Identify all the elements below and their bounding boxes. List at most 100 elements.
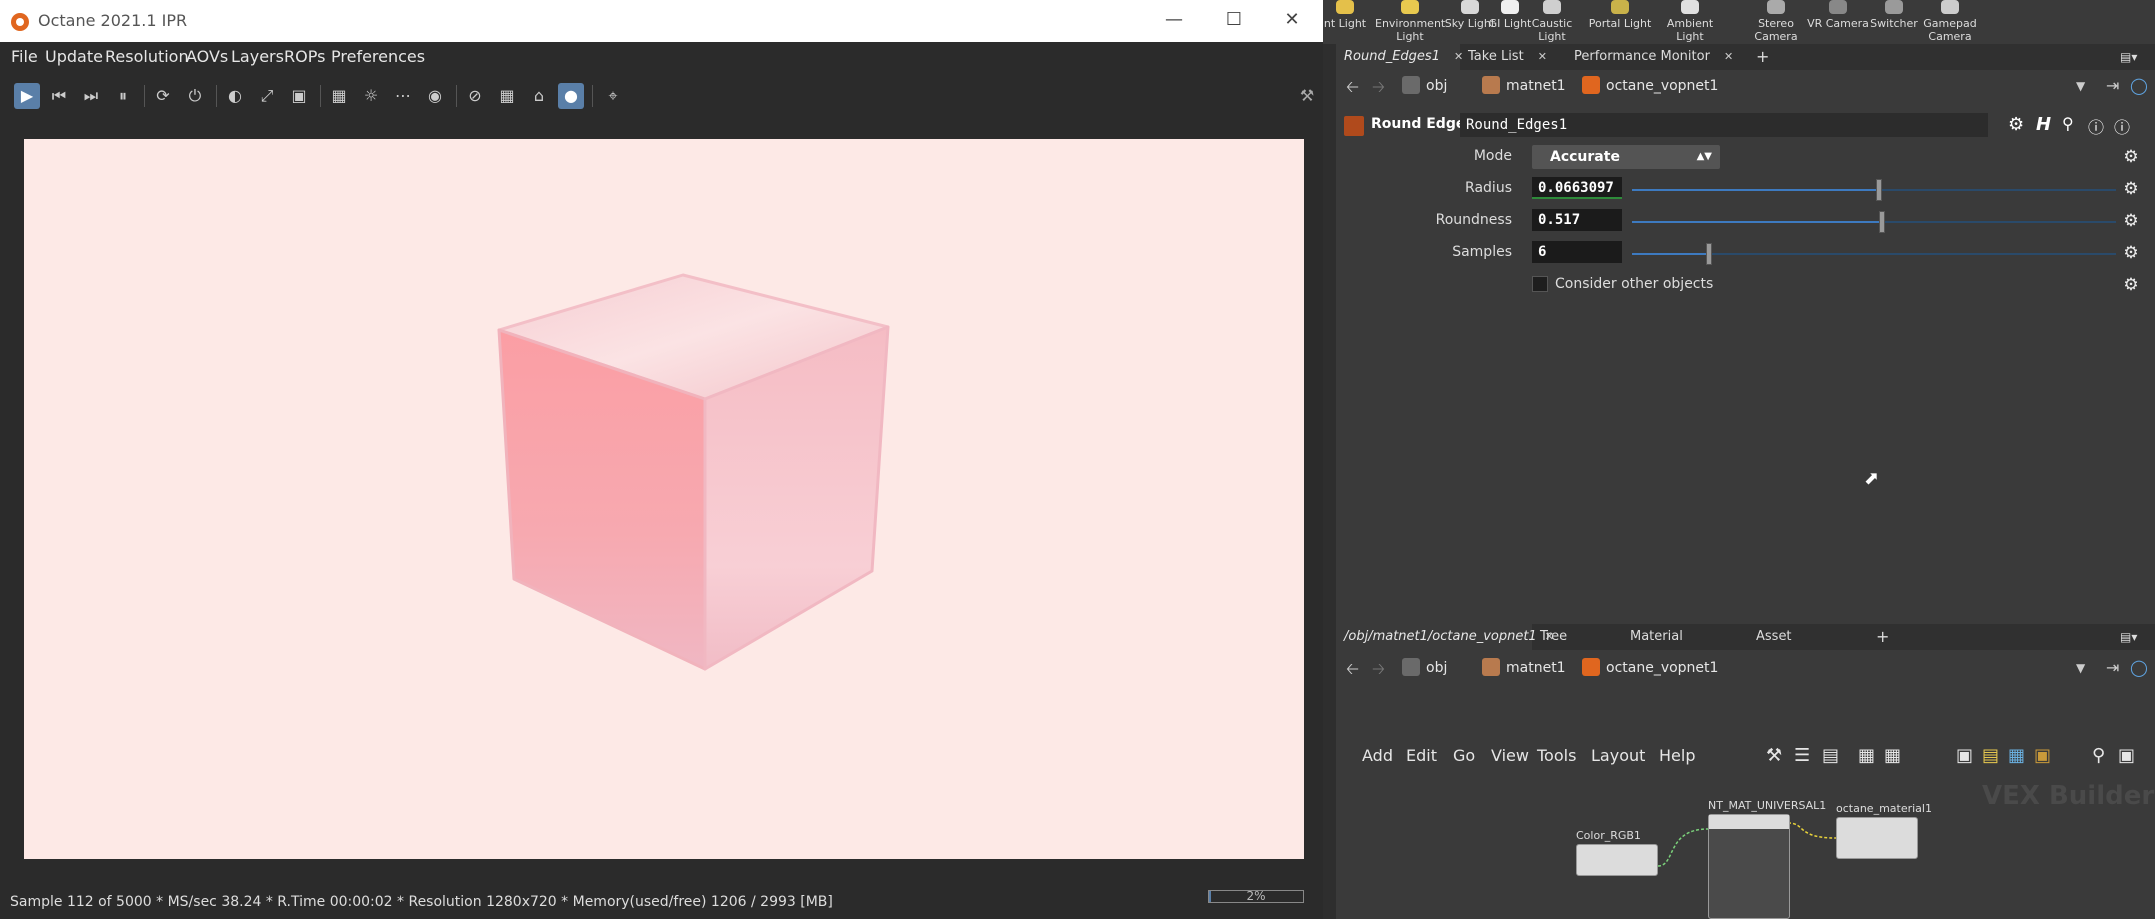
radius-gear-icon[interactable]: ⚙ bbox=[2122, 180, 2140, 198]
menu-resolution[interactable]: Resolution bbox=[105, 47, 189, 66]
shelf-tool-gamepad[interactable]: Gamepad Camera bbox=[1915, 0, 1985, 43]
start-render-icon[interactable]: ▶ bbox=[14, 83, 40, 109]
shelf-tool-portal-light[interactable]: Portal Light bbox=[1585, 0, 1655, 30]
menu-tools[interactable]: Tools bbox=[1537, 746, 1576, 765]
shelf-tool-caustic-light[interactable]: Caustic Light bbox=[1517, 0, 1587, 43]
sun-icon[interactable]: ☼ bbox=[358, 83, 384, 109]
slider-handle[interactable] bbox=[1706, 243, 1713, 265]
menu-go[interactable]: Go bbox=[1453, 746, 1475, 765]
target-icon[interactable]: ◉ bbox=[422, 83, 448, 109]
restart-icon[interactable]: ⏮ bbox=[46, 83, 72, 109]
node-nt-mat-universal1[interactable] bbox=[1708, 814, 1790, 919]
radius-field[interactable]: 0.0663097 bbox=[1532, 177, 1622, 199]
search-icon[interactable]: ⚲ bbox=[2062, 114, 2074, 133]
roundness-gear-icon[interactable]: ⚙ bbox=[2122, 212, 2140, 230]
clay-icon[interactable]: ⊘ bbox=[462, 83, 488, 109]
tab-asset-browser[interactable]: Asset Browser✕ bbox=[1748, 624, 1868, 670]
pin-icon[interactable]: ⇥ bbox=[2106, 76, 2119, 95]
link-icon[interactable]: ◯ bbox=[2130, 658, 2148, 677]
link-icon[interactable]: ◯ bbox=[2130, 76, 2148, 95]
slider-handle[interactable] bbox=[1875, 179, 1882, 201]
consider-other-objects-checkbox[interactable] bbox=[1532, 276, 1548, 292]
network-editor[interactable]: VEX Builder Color_RGB1 NT_MAT_UNIVERSAL1… bbox=[1336, 771, 2155, 919]
menu-edit[interactable]: Edit bbox=[1406, 746, 1437, 765]
list-icon[interactable]: ▤ bbox=[1822, 745, 1839, 766]
pane-menu-icon[interactable]: ▤▾ bbox=[2112, 44, 2137, 70]
refresh-icon[interactable]: ⟳ bbox=[150, 83, 176, 109]
render-viewport[interactable] bbox=[24, 139, 1304, 859]
focus-pick-icon[interactable]: ▦ bbox=[326, 83, 352, 109]
shelf-tool-ambient-light[interactable]: Ambient Light bbox=[1655, 0, 1725, 43]
add-tab-icon[interactable]: + bbox=[1748, 44, 1769, 70]
crop-icon[interactable]: ⌖ bbox=[600, 83, 626, 109]
menu-rops[interactable]: ROPs bbox=[284, 47, 325, 66]
previous-icon[interactable]: ⏭ bbox=[78, 83, 104, 109]
tab-tree-view[interactable]: Tree View✕ bbox=[1532, 624, 1622, 670]
palette-icon[interactable]: ▦ bbox=[1858, 745, 1875, 766]
tab-material-palette[interactable]: Material Palette✕ bbox=[1622, 624, 1748, 670]
forward-icon[interactable]: 🡢 bbox=[1372, 658, 1385, 685]
box-icon[interactable]: ▣ bbox=[2034, 745, 2051, 766]
region-icon[interactable]: ▣ bbox=[286, 83, 312, 109]
menu-add[interactable]: Add bbox=[1362, 746, 1393, 765]
close-button[interactable]: ✕ bbox=[1270, 4, 1314, 36]
network-view-icon[interactable]: ▣ bbox=[1956, 745, 1973, 766]
tab-performance-monitor[interactable]: Performance Monitor ✕ bbox=[1566, 44, 1746, 70]
sticky-note-icon[interactable]: ▤ bbox=[1982, 745, 1999, 766]
breadcrumb-matnet1[interactable]: matnet1 bbox=[1482, 75, 1566, 97]
help-icon[interactable]: ⓘ bbox=[2114, 114, 2130, 138]
home-icon[interactable]: ⌂ bbox=[526, 83, 552, 109]
pin-icon[interactable]: ⇥ bbox=[2106, 658, 2119, 677]
breadcrumb-octane-vopnet1[interactable]: octane_vopnet1 bbox=[1582, 657, 1718, 679]
mode-gear-icon[interactable]: ⚙ bbox=[2122, 148, 2140, 166]
menu-file[interactable]: File bbox=[11, 47, 38, 66]
menu-layout[interactable]: Layout bbox=[1591, 746, 1645, 765]
node-name-field[interactable]: Round_Edges1 bbox=[1460, 113, 1988, 137]
tools-icon[interactable]: ⚒ bbox=[1294, 83, 1320, 109]
close-tab-icon[interactable]: ✕ bbox=[1538, 50, 1547, 63]
dots-icon[interactable]: ⋯ bbox=[390, 83, 416, 109]
consider-gear-icon[interactable]: ⚙ bbox=[2122, 276, 2140, 294]
samples-slider[interactable] bbox=[1632, 243, 2116, 265]
shelf-tool-stereo-camera[interactable]: Stereo Camera bbox=[1741, 0, 1811, 43]
node-octane-material1[interactable] bbox=[1836, 817, 1918, 859]
radius-slider[interactable] bbox=[1632, 179, 2116, 201]
menu-preferences[interactable]: Preferences bbox=[331, 47, 425, 66]
breadcrumb-matnet1[interactable]: matnet1 bbox=[1482, 657, 1566, 679]
wrench-icon[interactable]: ⚒ bbox=[1766, 745, 1782, 766]
menu-aovs[interactable]: AOVs bbox=[186, 47, 228, 66]
menu-view[interactable]: View bbox=[1491, 746, 1529, 765]
samples-field[interactable]: 6 bbox=[1532, 241, 1622, 263]
breadcrumb-obj[interactable]: obj bbox=[1402, 75, 1447, 97]
pane-menu-icon[interactable]: ▤▾ bbox=[2112, 624, 2137, 650]
grid-layout-icon[interactable]: ▦ bbox=[1884, 745, 1901, 766]
back-icon[interactable]: 🡠 bbox=[1346, 658, 1359, 685]
octane-title-bar[interactable]: Octane 2021.1 IPR — ☐ ✕ bbox=[0, 0, 1323, 42]
gear-icon[interactable]: ⚙ bbox=[2008, 114, 2024, 135]
lock-icon[interactable]: ● bbox=[558, 83, 584, 109]
pause-icon[interactable]: ⏸ bbox=[110, 83, 136, 109]
power-icon[interactable]: ⏻ bbox=[182, 83, 208, 109]
pane-divider[interactable] bbox=[1323, 44, 1336, 919]
back-icon[interactable]: 🡠 bbox=[1346, 76, 1359, 103]
zoom-icon[interactable]: ⚲ bbox=[2092, 745, 2105, 766]
tab-take-list[interactable]: Take List ✕ bbox=[1460, 44, 1566, 70]
breadcrumb-obj[interactable]: obj bbox=[1402, 657, 1447, 679]
shelf-tool-light[interactable]: nt Light bbox=[1323, 0, 1367, 30]
path-dropdown-icon[interactable]: ▼ bbox=[2076, 79, 2085, 93]
menu-update[interactable]: Update bbox=[45, 47, 103, 66]
add-tab-icon[interactable]: + bbox=[1868, 624, 1889, 650]
info-icon[interactable]: ⓘ bbox=[2088, 114, 2104, 138]
forward-icon[interactable]: 🡢 bbox=[1372, 76, 1385, 103]
samples-gear-icon[interactable]: ⚙ bbox=[2122, 244, 2140, 262]
roundness-field[interactable]: 0.517 bbox=[1532, 209, 1622, 231]
image-icon[interactable]: ▦ bbox=[2008, 745, 2025, 766]
fit-icon[interactable]: ⤢ bbox=[254, 83, 280, 109]
tab-network-path[interactable]: /obj/matnet1/octane_vopnet1 ✕ bbox=[1336, 624, 1554, 650]
menu-help[interactable]: Help bbox=[1659, 746, 1695, 765]
slider-handle[interactable] bbox=[1879, 211, 1886, 233]
tab-round-edges1[interactable]: Round_Edges1 ✕ bbox=[1336, 44, 1463, 70]
contrast-icon[interactable]: ◐ bbox=[222, 83, 248, 109]
camera-icon[interactable]: ▣ bbox=[2118, 745, 2135, 766]
roundness-slider[interactable] bbox=[1632, 211, 2116, 233]
